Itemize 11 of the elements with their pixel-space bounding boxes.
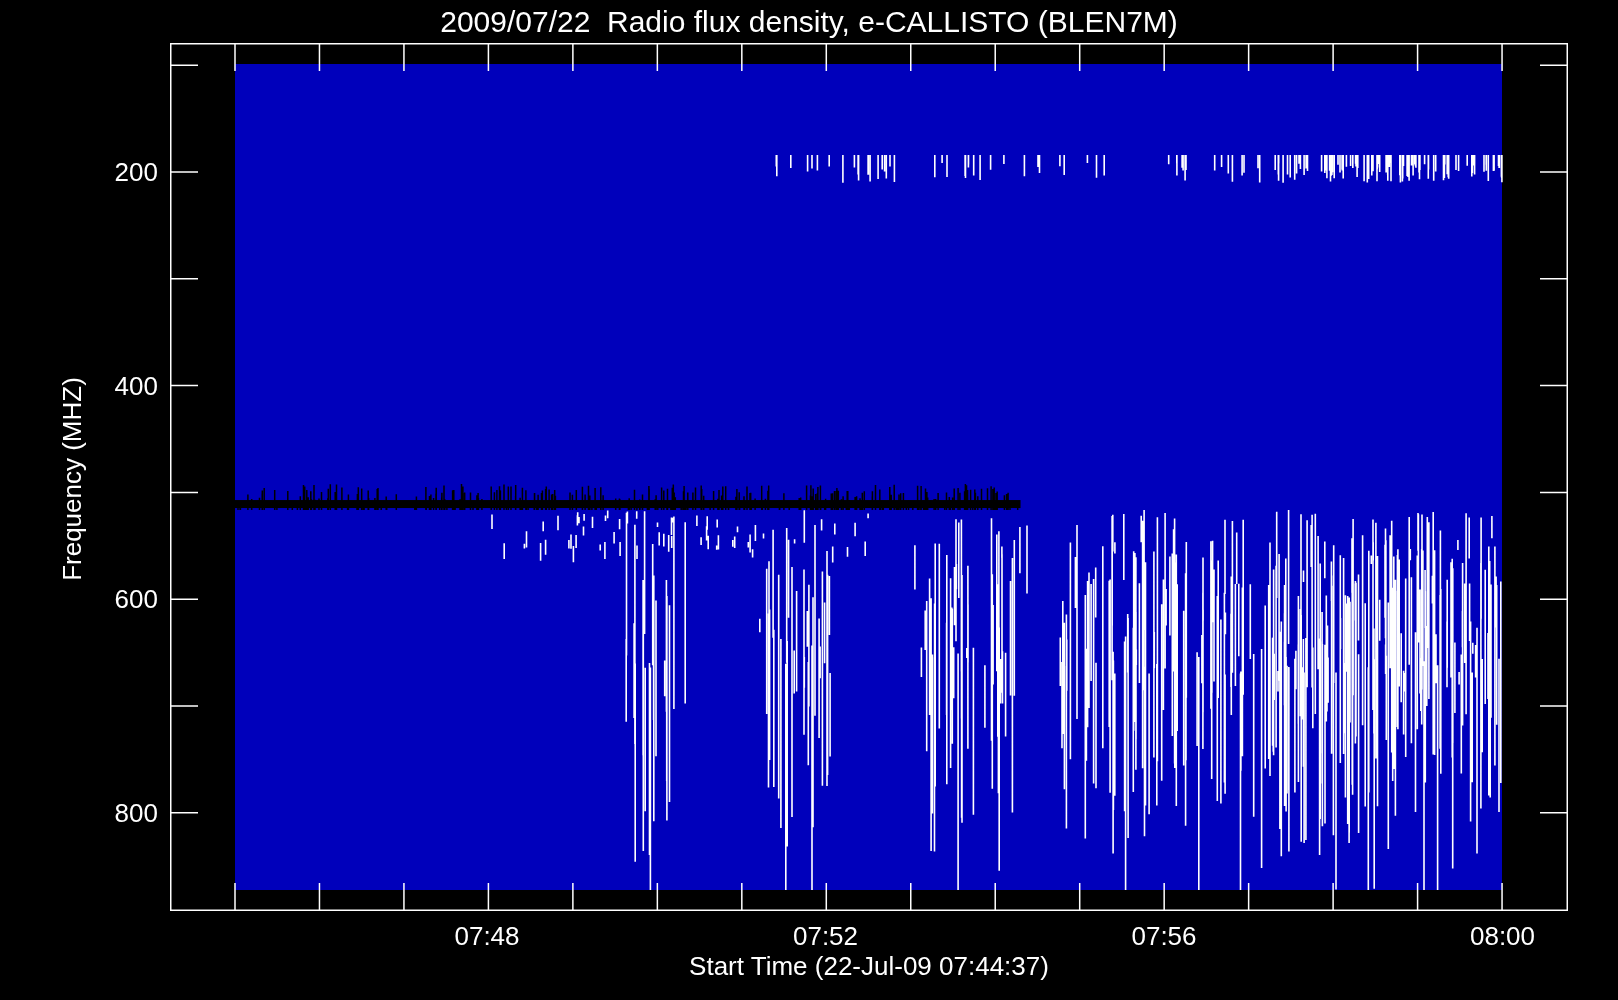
x-tick-label: 07:56 [1131,923,1197,949]
x-tick-label: 07:52 [792,923,859,949]
chart-title: 2009/07/22 Radio flux density, e-CALLISTO (BLEN7M) [440,6,1178,37]
x-axis-label: Start Time (22-Jul-09 07:44:37) [689,953,1049,979]
y-tick-label: 400 [114,372,158,399]
y-tick-label: 800 [114,799,158,826]
y-axis-label: Frequency (MHZ) [59,377,85,581]
y-tick-label: 600 [114,586,158,613]
x-tick-label: 07:48 [454,923,520,949]
y-tick-label: 200 [114,159,158,185]
x-tick-label: 08:00 [1469,923,1536,949]
